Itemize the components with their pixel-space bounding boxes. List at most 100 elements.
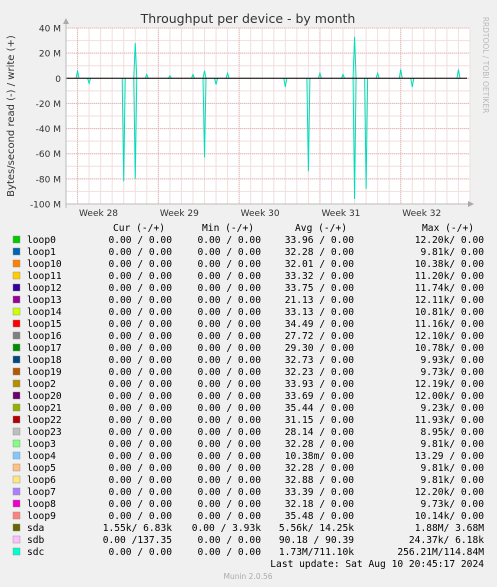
legend-device-name: loop21 — [27, 403, 62, 414]
legend-cur-value: 0.00 / 0.00 — [108, 451, 172, 462]
legend-avg-value: 28.14 / 0.00 — [285, 427, 355, 438]
legend-swatch — [12, 391, 21, 400]
legend-device-name: loop19 — [27, 367, 62, 378]
legend-min-value: 0.00 / 0.00 — [197, 283, 261, 294]
legend-avg-value: 90.18 / 90.39 — [279, 535, 354, 546]
legend-min-value: 0.00 / 0.00 — [197, 319, 261, 330]
legend-avg-value: 33.32 / 0.00 — [285, 271, 355, 282]
legend-max-value: 24.37k/ 6.18k — [409, 535, 484, 546]
legend-swatch — [12, 367, 21, 376]
legend-swatch — [12, 247, 21, 256]
legend-min-value: 0.00 / 0.00 — [197, 235, 261, 246]
legend-cur-value: 0.00 / 0.00 — [108, 235, 172, 246]
legend-device-name: loop2 — [27, 379, 56, 390]
legend-max-value: 10.81k/ 0.00 — [415, 307, 485, 318]
legend-device-name: loop6 — [27, 475, 56, 486]
legend-avg-value: 29.30 / 0.00 — [285, 343, 355, 354]
legend-min-value: 0.00 / 0.00 — [197, 463, 261, 474]
legend-device-name: loop0 — [27, 235, 56, 246]
legend-swatch — [12, 355, 21, 364]
legend-max-value: 9.73k/ 0.00 — [420, 367, 484, 378]
legend-device-name: loop20 — [27, 391, 62, 402]
legend-cur-value: 0.00 / 0.00 — [108, 439, 172, 450]
legend-column-headers: Cur (-/+) Min (-/+) Avg (-/+) Max (-/+) — [113, 223, 474, 234]
legend-cur-value: 0.00 / 0.00 — [108, 475, 172, 486]
legend-avg-value: 27.72 / 0.00 — [285, 331, 355, 342]
legend-max-value: 10.38k/ 0.00 — [415, 259, 485, 270]
legend-avg-value: 32.18 / 0.00 — [285, 499, 355, 510]
legend-swatch — [12, 499, 21, 508]
legend-device-name: loop3 — [27, 439, 56, 450]
x-tick-label: Week 31 — [321, 209, 360, 219]
legend-cur-value: 0.00 / 0.00 — [108, 283, 172, 294]
legend-swatch — [12, 439, 21, 448]
legend-max-value: 11.93k/ 0.00 — [415, 415, 485, 426]
legend-max-value: 12.19k/ 0.00 — [415, 379, 485, 390]
legend-device-name: sdb — [27, 535, 45, 546]
y-tick-label: -60 M — [36, 150, 61, 160]
legend-min-value: 0.00 / 0.00 — [197, 403, 261, 414]
legend-device-name: loop10 — [27, 259, 62, 270]
legend-device-name: loop7 — [27, 487, 56, 498]
legend-avg-value: 34.49 / 0.00 — [285, 319, 355, 330]
y-axis-label: Bytes/second read (-) / write (+) — [6, 35, 17, 197]
legend-min-value: 0.00 / 0.00 — [197, 391, 261, 402]
legend-avg-value: 32.28 / 0.00 — [285, 439, 355, 450]
legend-max-value: 12.10k/ 0.00 — [415, 331, 485, 342]
legend-cur-value: 0.00 / 0.00 — [108, 331, 172, 342]
legend-swatch — [12, 307, 21, 316]
legend-avg-value: 32.23 / 0.00 — [285, 367, 355, 378]
legend-max-value: 12.00k/ 0.00 — [415, 391, 485, 402]
legend-swatch — [12, 487, 21, 496]
legend-cur-value: 0.00 / 0.00 — [108, 403, 172, 414]
legend-min-value: 0.00 / 0.00 — [197, 379, 261, 390]
legend-min-value: 0.00 / 0.00 — [197, 475, 261, 486]
x-tick-label: Week 30 — [241, 209, 280, 219]
legend-swatch — [12, 475, 21, 484]
legend-device-name: loop4 — [27, 451, 56, 462]
legend-avg-value: 31.15 / 0.00 — [285, 415, 355, 426]
column-header: Max (-/+) — [422, 223, 474, 234]
legend-swatch — [12, 523, 21, 532]
legend-min-value: 0.00 / 0.00 — [197, 487, 261, 498]
legend-min-value: 0.00 / 0.00 — [197, 535, 261, 546]
legend-min-value: 0.00 / 0.00 — [197, 259, 261, 270]
legend-device-name: loop13 — [27, 295, 62, 306]
legend-min-value: 0.00 / 0.00 — [197, 271, 261, 282]
legend-avg-value: 32.28 / 0.00 — [285, 247, 355, 258]
legend-min-value: 0.00 / 0.00 — [197, 343, 261, 354]
y-tick-label: 40 M — [39, 25, 61, 35]
legend-device-name: loop11 — [27, 271, 62, 282]
legend-cur-value: 1.55k/ 6.83k — [103, 523, 173, 534]
column-header: Min (-/+) — [202, 223, 254, 234]
legend-max-value: 9.23k/ 0.00 — [420, 403, 484, 414]
legend-max-value: 9.73k/ 0.00 — [420, 499, 484, 510]
x-tick-label: Week 32 — [402, 209, 441, 219]
legend-avg-value: 21.13 / 0.00 — [285, 295, 355, 306]
legend-min-value: 0.00 / 0.00 — [197, 427, 261, 438]
legend-avg-value: 32.28 / 0.00 — [285, 463, 355, 474]
legend-device-name: loop9 — [27, 511, 56, 522]
legend-swatch — [12, 319, 21, 328]
legend-cur-value: 0.00 / 0.00 — [108, 319, 172, 330]
legend-max-value: 9.81k/ 0.00 — [420, 463, 484, 474]
legend-min-value: 0.00 / 0.00 — [197, 547, 261, 558]
legend-cur-value: 0.00 / 0.00 — [108, 379, 172, 390]
legend-avg-value: 32.88 / 0.00 — [285, 475, 355, 486]
legend-device-name: sda — [27, 523, 44, 534]
x-tick-label: Week 28 — [79, 209, 118, 219]
x-axis-arrow — [468, 201, 474, 207]
legend-avg-value: 33.39 / 0.00 — [285, 487, 355, 498]
legend-min-value: 0.00 / 0.00 — [197, 331, 261, 342]
legend-avg-value: 33.69 / 0.00 — [285, 391, 355, 402]
y-tick-label: -40 M — [36, 125, 61, 135]
munin-graph: Throughput per device - by month Bytes/s… — [6, 11, 490, 581]
legend-cur-value: 0.00 / 0.00 — [108, 511, 172, 522]
legend-avg-value: 32.01 / 0.00 — [285, 259, 355, 270]
legend-device-name: loop16 — [27, 331, 62, 342]
legend-cur-value: 0.00 / 0.00 — [108, 367, 172, 378]
legend-min-value: 0.00 / 0.00 — [197, 355, 261, 366]
y-tick-label: -20 M — [36, 100, 61, 110]
legend-max-value: 12.11k/ 0.00 — [415, 295, 485, 306]
legend-max-value: 11.74k/ 0.00 — [415, 283, 485, 294]
